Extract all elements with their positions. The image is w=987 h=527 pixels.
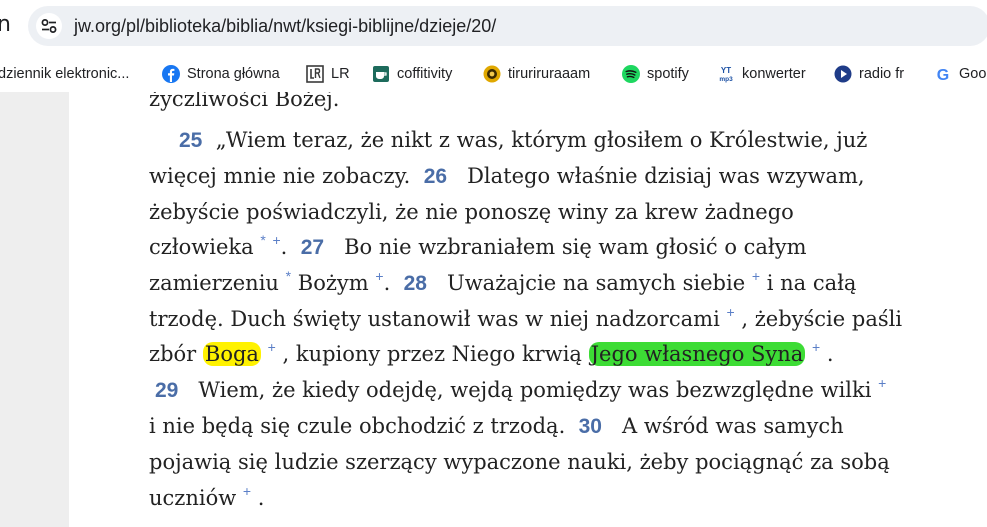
text-line: trzodę. Duch święty ustanowił was w niej… — [149, 305, 903, 331]
verse-text: człowieka — [149, 235, 254, 259]
url-text[interactable]: jw.org/pl/biblioteka/biblia/nwt/ksiegi-b… — [74, 16, 496, 37]
verse-text: i na całą — [766, 271, 857, 295]
bookmark-label: spotify — [647, 66, 689, 82]
spotify-icon — [622, 65, 640, 83]
verse-number-28[interactable]: 28 — [404, 272, 427, 295]
verse-text: i nie będą się czule obchodzić z trzodą. — [149, 414, 566, 438]
page-left-margin — [0, 92, 69, 527]
verse-number-30[interactable]: 30 — [579, 415, 602, 438]
verse-text: A wśród was samych — [622, 414, 844, 438]
verse-text: , kupiony przez Niego krwią — [282, 342, 582, 366]
site-settings-icon[interactable] — [36, 13, 62, 39]
cross-reference-plus[interactable]: + — [812, 339, 820, 355]
bookmark-konwerter[interactable]: YT mp3 konwerter — [717, 56, 806, 92]
text-line: zbór Boga + , kupiony przez Niego krwią … — [149, 340, 834, 366]
verse-number-26[interactable]: 26 — [424, 165, 447, 188]
cross-reference-plus[interactable]: + — [878, 375, 886, 391]
cross-reference-plus[interactable]: + — [727, 304, 735, 320]
tab-title-fragment[interactable]: n — [0, 12, 11, 37]
verse-text: zbór — [149, 342, 197, 366]
bookmark-coffitivity[interactable]: coffitivity — [372, 56, 452, 92]
cross-reference-plus[interactable]: + — [268, 339, 276, 355]
bookmark-strona-glowna[interactable]: Strona główna — [162, 56, 280, 92]
text-line: uczniów + . — [149, 484, 265, 510]
verse-text: więcej mnie nie zobaczy. — [149, 164, 411, 188]
bookmark-google[interactable]: G Goo — [934, 56, 987, 92]
google-icon: G — [934, 65, 952, 83]
cross-reference-plus[interactable]: + — [375, 268, 383, 284]
text-line: zamierzeniu * Bożym +. 28 Uważajcie na s… — [149, 269, 857, 295]
bible-chapter-text: życzliwości Bożej. 25 „Wiem teraz, że ni… — [69, 92, 987, 527]
svg-text:mp3: mp3 — [719, 76, 733, 83]
bookmark-label: Strona główna — [187, 66, 280, 82]
verse-text: uczniów — [149, 486, 237, 510]
text-line: więcej mnie nie zobaczy. 26 Dlatego właś… — [149, 164, 865, 188]
verse-text: Uważajcie na samych siebie — [447, 271, 746, 295]
cross-reference-plus[interactable]: + — [272, 232, 280, 248]
bookmark-label: coffitivity — [397, 66, 453, 82]
footnote-asterisk[interactable]: * — [260, 232, 265, 248]
verse-text: „Wiem teraz, że nikt z was, którym głosi… — [215, 128, 868, 152]
lr-icon — [306, 65, 324, 83]
bookmark-spotify[interactable]: spotify — [622, 56, 689, 92]
verse-text: życzliwości Bożej. — [149, 92, 340, 111]
verse-text: żebyście poświadczyli, że nie ponoszę wi… — [149, 200, 794, 224]
verse-number-29[interactable]: 29 — [155, 379, 178, 402]
text-line: życzliwości Bożej. — [149, 92, 340, 110]
punctuation: . — [257, 486, 265, 510]
punctuation: . — [280, 235, 288, 259]
text-line: żebyście poświadczyli, że nie ponoszę wi… — [149, 202, 794, 223]
verse-text: trzodę. Duch święty ustanowił was w niej… — [149, 307, 720, 331]
verse-text: Bo nie wzbraniałem się wam głosić o cały… — [344, 235, 807, 259]
highlight-green[interactable]: Jego własnego Syna — [588, 342, 806, 366]
text-line: i nie będą się czule obchodzić z trzodą.… — [149, 414, 844, 438]
facebook-icon — [162, 65, 180, 83]
punctuation: . — [826, 342, 834, 366]
punctuation: . — [383, 271, 391, 295]
text-line: człowieka * +. 27 Bo nie wzbraniałem się… — [149, 233, 807, 259]
bookmark-lr[interactable]: LR — [306, 56, 350, 92]
cross-reference-plus[interactable]: + — [243, 483, 251, 499]
bookmark-label: konwerter — [742, 66, 806, 82]
radio-fr-icon — [834, 65, 852, 83]
address-bar[interactable]: jw.org/pl/biblioteka/biblia/nwt/ksiegi-b… — [28, 6, 987, 46]
svg-text:G: G — [937, 67, 949, 83]
bookmark-radio-fr[interactable]: radio fr — [834, 56, 904, 92]
tiruriruraaam-icon — [483, 65, 501, 83]
bookmark-label: LR — [331, 66, 350, 82]
verse-text: Dlatego właśnie dzisiaj was wzywam, — [467, 164, 865, 188]
bookmark-dziennik[interactable]: dziennik elektronic... — [0, 56, 129, 92]
text-line: 29 Wiem, że kiedy odejdę, wejdą pomiędzy… — [155, 376, 886, 402]
yt-mp3-icon: YT mp3 — [717, 65, 735, 83]
bookmark-label: dziennik elektronic... — [0, 66, 130, 82]
verse-text: zamierzeniu — [149, 271, 279, 295]
verse-text: Bożym — [297, 271, 369, 295]
highlight-yellow[interactable]: Boga — [202, 342, 261, 366]
bookmark-label: tiruriruraaam — [508, 66, 591, 82]
verse-text: Wiem, że kiedy odejdę, wejdą pomiędzy wa… — [198, 378, 872, 402]
bookmark-tiruriruraaam[interactable]: tiruriruraaam — [483, 56, 590, 92]
verse-number-27[interactable]: 27 — [301, 236, 324, 259]
footnote-asterisk[interactable]: * — [286, 268, 291, 284]
cross-reference-plus[interactable]: + — [752, 268, 760, 284]
browser-toolbar: n jw.org/pl/biblioteka/biblia/nwt/ksiegi… — [0, 0, 987, 56]
bookmarks-bar: dziennik elektronic... Strona główna LR … — [0, 56, 987, 92]
text-line: pojawią się ludzie szerzący wypaczone na… — [149, 452, 890, 473]
verse-text: pojawią się ludzie szerzący wypaczone na… — [149, 450, 890, 474]
svg-text:YT: YT — [721, 66, 731, 75]
bookmark-label: radio fr — [859, 66, 905, 82]
coffitivity-icon — [372, 65, 390, 83]
verse-number-25[interactable]: 25 — [179, 129, 202, 152]
verse-text: , żebyście paśli — [741, 307, 903, 331]
bookmark-label: Goo — [959, 66, 987, 82]
text-line: 25 „Wiem teraz, że nikt z was, którym gł… — [179, 128, 868, 152]
